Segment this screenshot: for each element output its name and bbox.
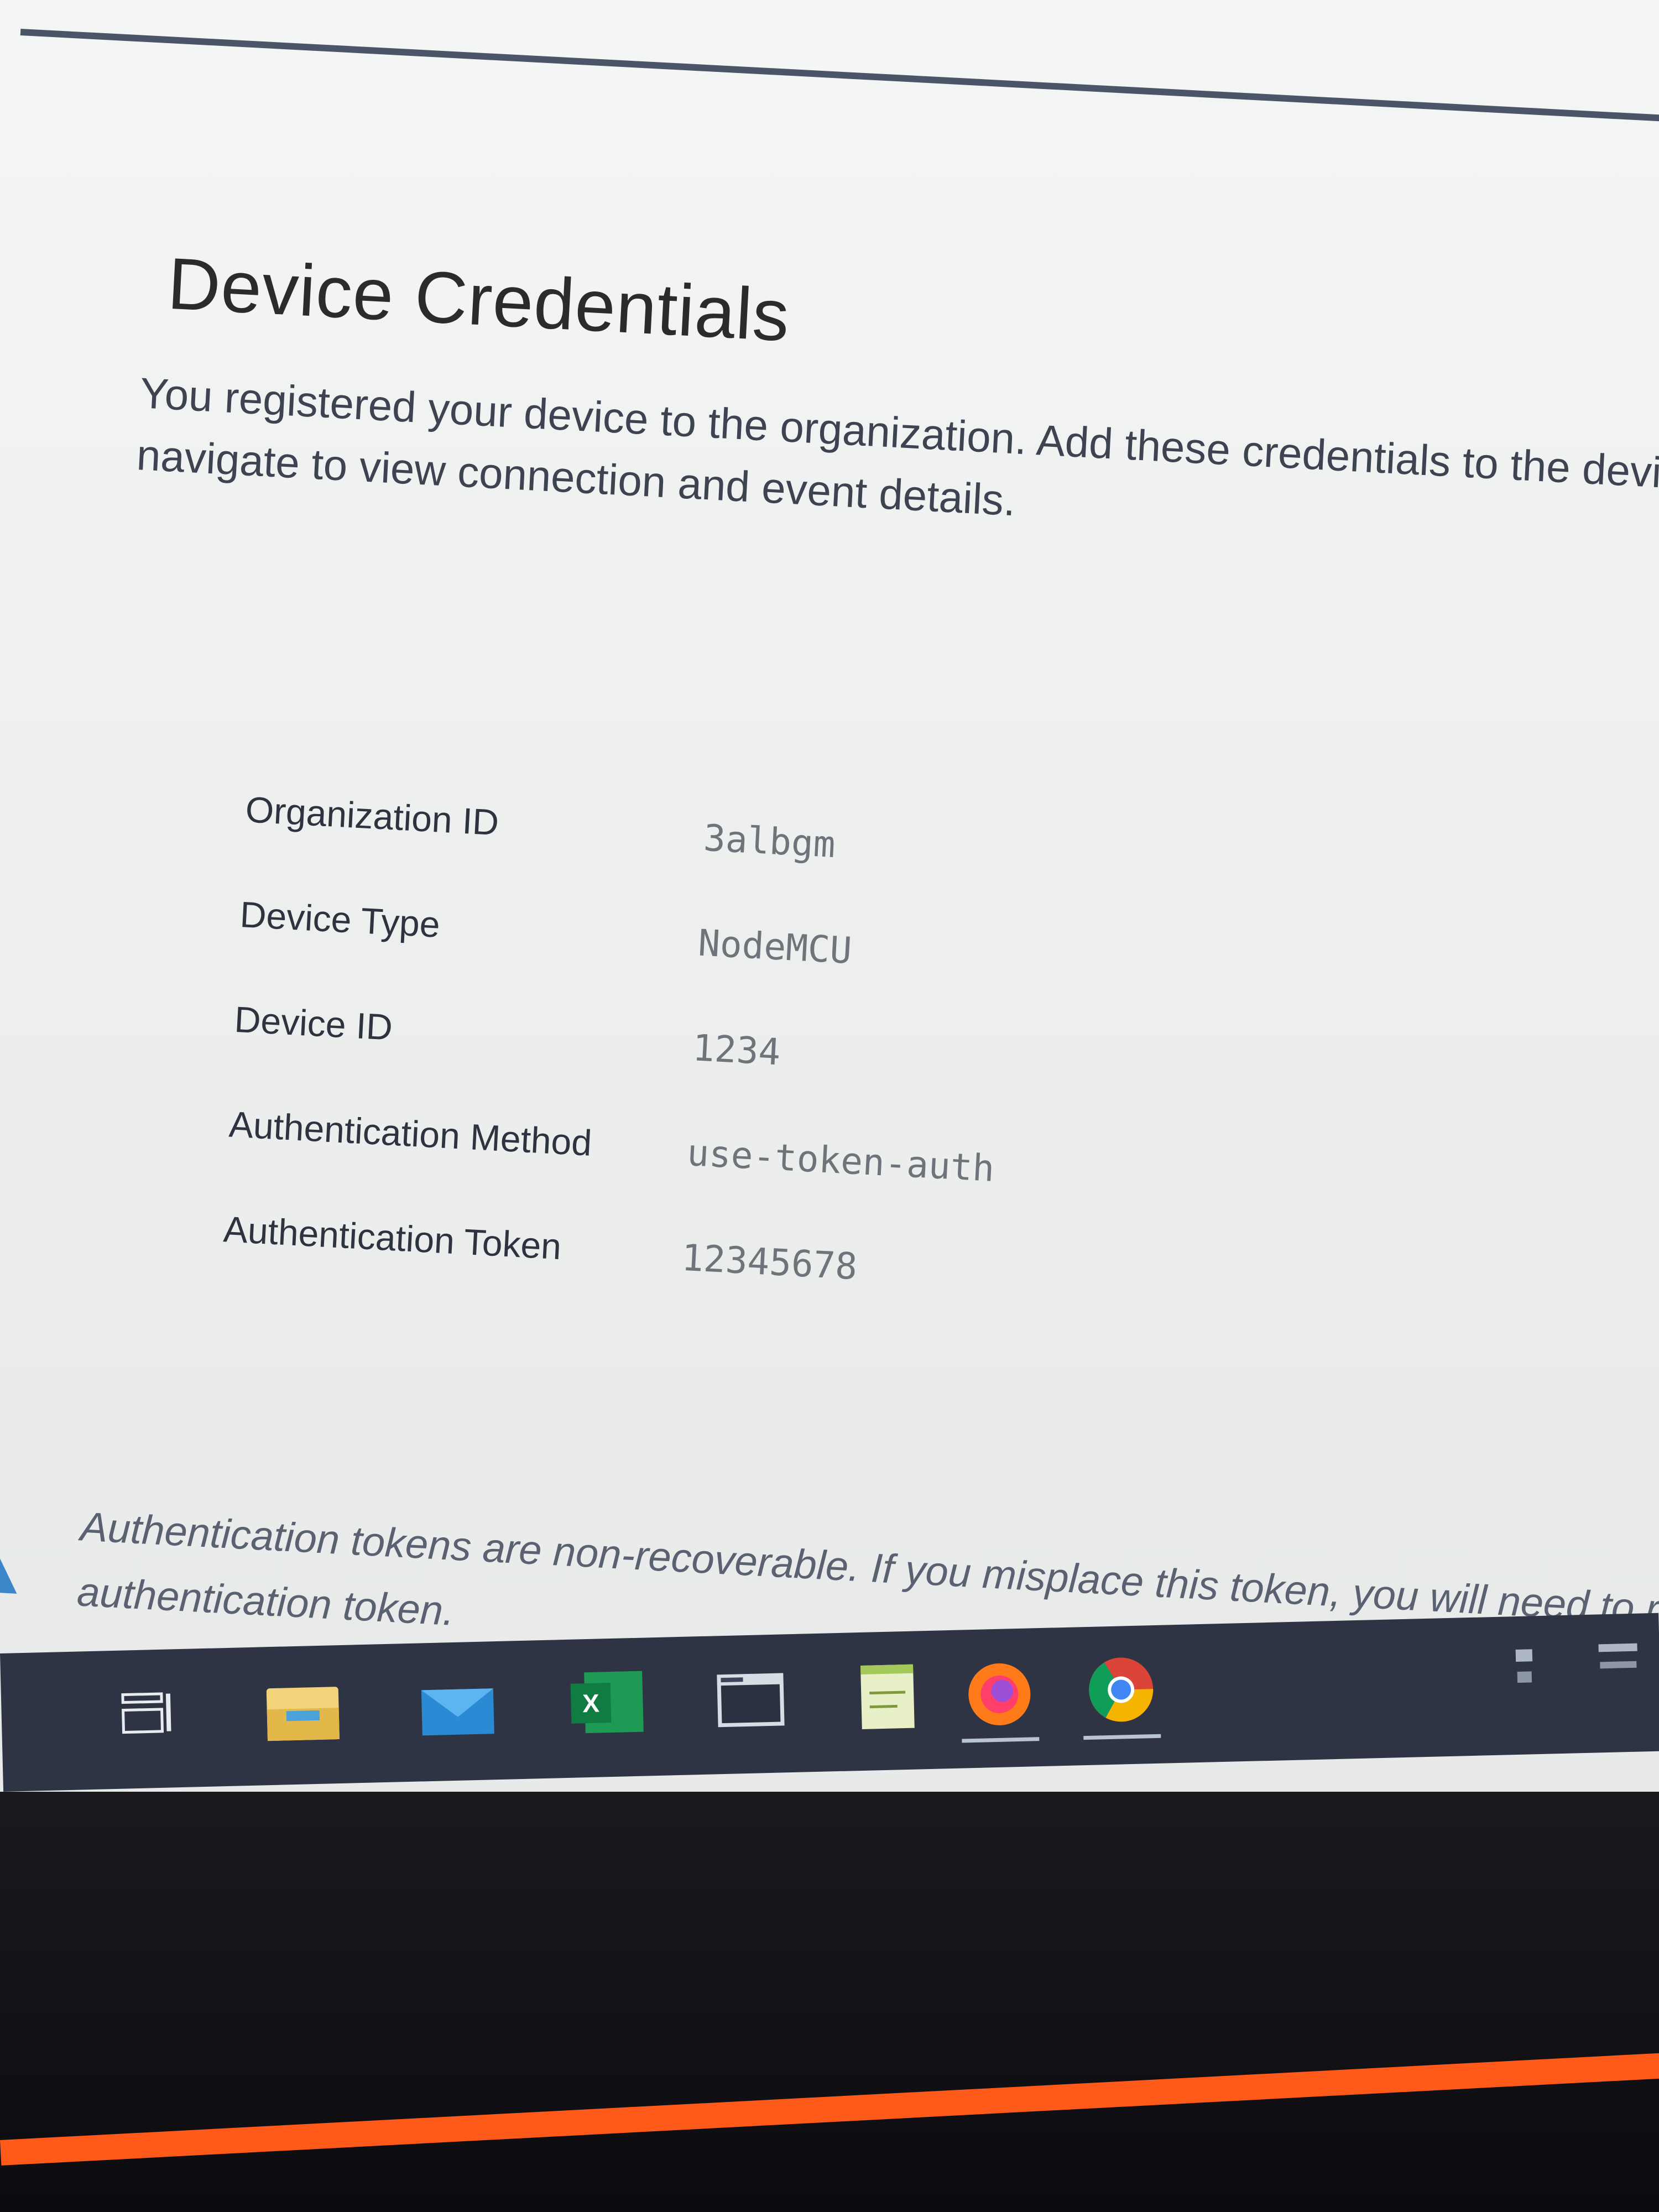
window-app-icon[interactable]: [708, 1656, 794, 1741]
credential-row-device-type: Device Type NodeMCU: [236, 893, 853, 998]
credential-value[interactable]: 12345678: [681, 1237, 858, 1288]
credentials-table: Organization ID 3albgm Device Type NodeM…: [219, 788, 995, 1313]
credential-row-authentication-method: Authentication Method use-token-auth: [225, 1103, 995, 1208]
credential-value[interactable]: NodeMCU: [697, 921, 853, 972]
credential-row-organization-id: Organization ID 3albgm: [241, 788, 836, 893]
page-title: Device Credentials: [165, 242, 792, 357]
screen: Device Credentials You registered your d…: [0, 0, 1659, 1792]
page-description: You registered your device to the organi…: [135, 368, 1659, 525]
excel-icon[interactable]: X: [565, 1660, 650, 1745]
task-view-icon[interactable]: [106, 1671, 191, 1756]
system-tray-icons: [1515, 1643, 1637, 1683]
credential-label: Organization ID: [244, 789, 500, 843]
mail-icon[interactable]: [415, 1663, 500, 1749]
file-explorer-icon[interactable]: [260, 1667, 346, 1752]
credential-value[interactable]: 3albgm: [702, 817, 836, 866]
credential-label: Authentication Method: [228, 1103, 593, 1164]
system-tray[interactable]: [1504, 1635, 1650, 1716]
chrome-icon[interactable]: [1078, 1647, 1164, 1733]
credential-label: Device ID: [233, 998, 394, 1048]
credential-value[interactable]: 1234: [692, 1026, 782, 1073]
credential-row-authentication-token: Authentication Token 12345678: [219, 1208, 858, 1313]
firefox-icon[interactable]: [957, 1650, 1042, 1735]
credential-label: Authentication Token: [222, 1208, 562, 1267]
credential-row-device-id: Device ID 1234: [230, 998, 781, 1103]
credentials-page: Device Credentials You registered your d…: [0, 0, 1659, 1721]
warning-triangle-icon: [0, 1501, 17, 1594]
notepad-icon[interactable]: [847, 1653, 932, 1738]
credential-value[interactable]: use-token-auth: [686, 1131, 996, 1190]
credential-label: Device Type: [239, 894, 441, 945]
header-divider: [20, 29, 1659, 128]
svg-text:X: X: [582, 1689, 600, 1718]
